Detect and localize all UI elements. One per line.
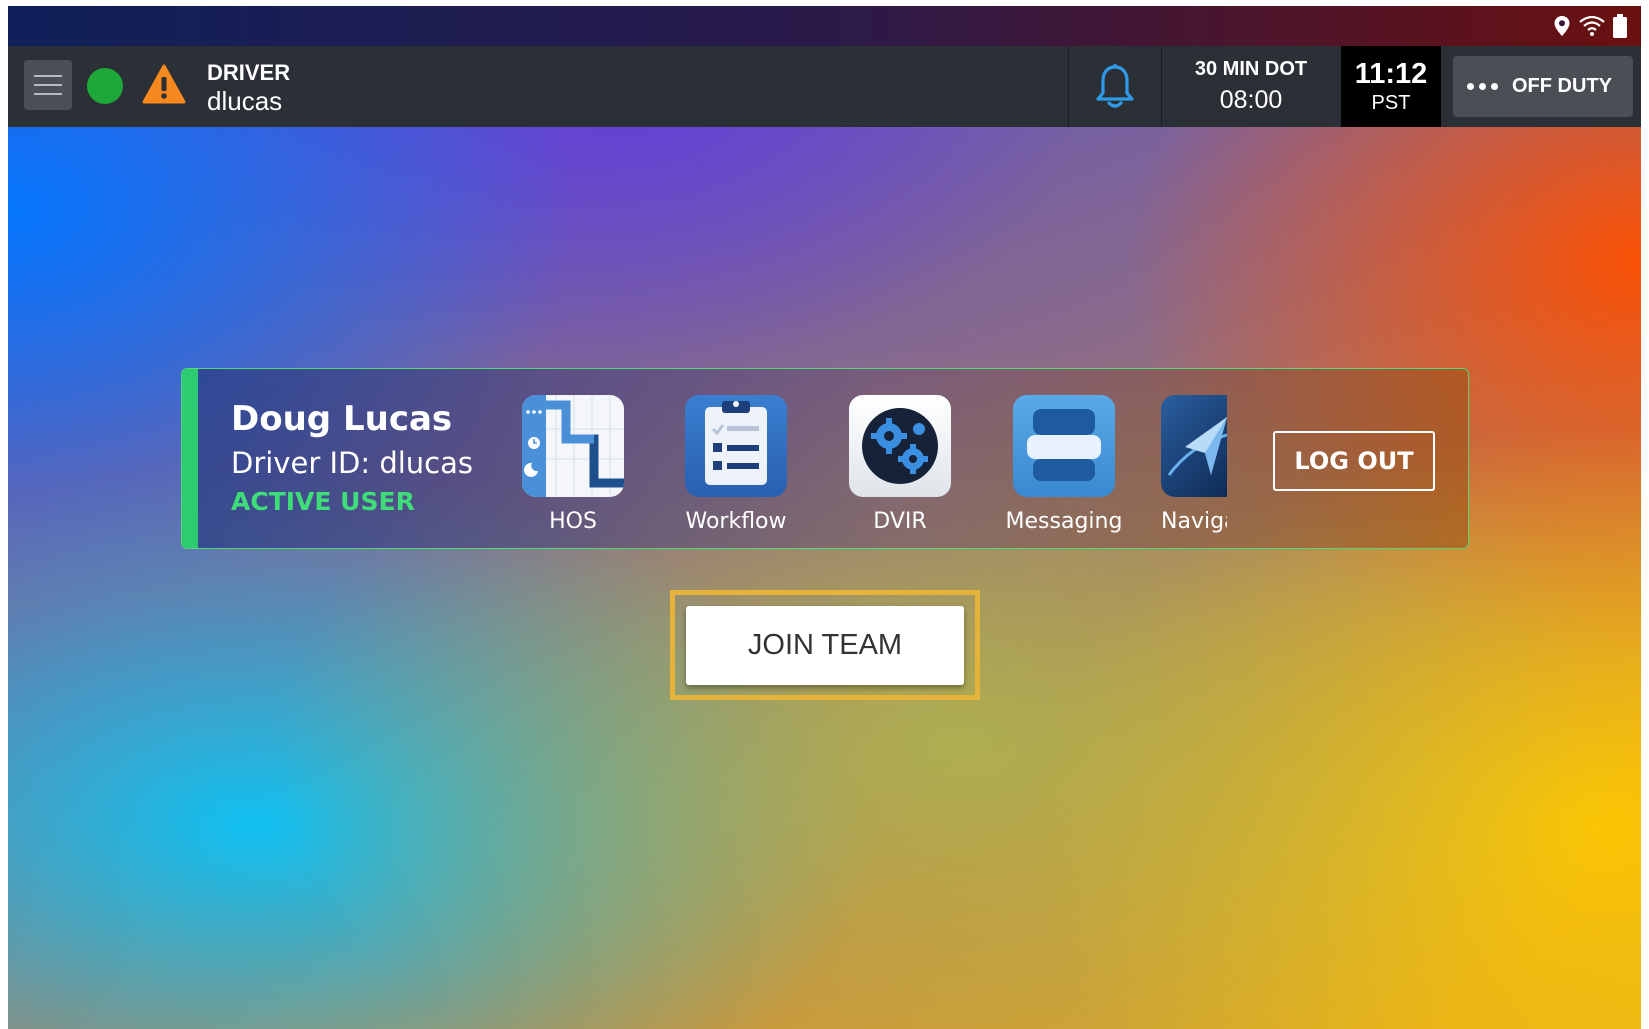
app-label: Messaging — [1005, 509, 1123, 534]
card-accent-bar — [182, 369, 198, 548]
app-label: HOS — [549, 509, 597, 534]
clock-timezone: PST — [1371, 92, 1411, 114]
app-hos[interactable]: HOS — [508, 395, 638, 534]
connection-status-indicator — [87, 68, 123, 104]
workflow-app-icon — [685, 395, 787, 497]
hos-app-icon — [522, 395, 624, 497]
app-label: Workflow — [685, 509, 787, 534]
top-app-bar: DRIVER dlucas 30 MIN DOT 08:00 11:12 PST… — [8, 46, 1641, 127]
app-workflow[interactable]: Workflow — [671, 395, 801, 534]
warning-icon[interactable] — [142, 64, 186, 109]
battery-icon — [1613, 14, 1627, 38]
app-label: Naviga — [1161, 509, 1227, 534]
user-status-label: ACTIVE USER — [231, 487, 415, 516]
duty-status-button[interactable]: OFF DUTY — [1453, 56, 1633, 117]
navigation-app-icon — [1161, 395, 1227, 497]
dot-timer-label: 30 MIN DOT — [1194, 58, 1308, 80]
driver-id: Driver ID: dlucas — [231, 446, 473, 480]
join-team-button[interactable]: JOIN TEAM — [686, 606, 964, 685]
app-navigation[interactable]: Naviga — [1161, 395, 1227, 534]
clock: 11:12 PST — [1341, 46, 1441, 127]
app-dvir[interactable]: DVIR — [835, 395, 965, 534]
bell-icon — [1096, 63, 1134, 108]
tablet-screen: DRIVER dlucas 30 MIN DOT 08:00 11:12 PST… — [8, 6, 1641, 1029]
messaging-app-icon — [1013, 395, 1115, 497]
menu-icon — [34, 75, 62, 77]
wifi-icon — [1579, 15, 1605, 37]
more-icon — [1467, 83, 1498, 90]
user-full-name: Doug Lucas — [231, 399, 453, 439]
log-out-button[interactable]: LOG OUT — [1273, 431, 1435, 491]
dot-timer-value: 08:00 — [1219, 86, 1283, 114]
clock-time: 11:12 — [1354, 58, 1428, 90]
duty-status-label: OFF DUTY — [1512, 75, 1612, 97]
dvir-app-icon — [849, 395, 951, 497]
notifications-button[interactable] — [1068, 46, 1162, 127]
active-user-card: Doug Lucas Driver ID: dlucas ACTIVE USER… — [181, 368, 1469, 549]
driver-username: dlucas — [207, 86, 283, 116]
location-icon — [1553, 15, 1571, 37]
app-messaging[interactable]: Messaging — [999, 395, 1129, 534]
hamburger-menu-button[interactable] — [24, 60, 72, 110]
system-status-bar — [8, 6, 1641, 46]
app-label: DVIR — [873, 509, 927, 534]
dot-break-timer: 30 MIN DOT 08:00 — [1161, 46, 1341, 127]
driver-role-label: DRIVER — [207, 60, 291, 85]
